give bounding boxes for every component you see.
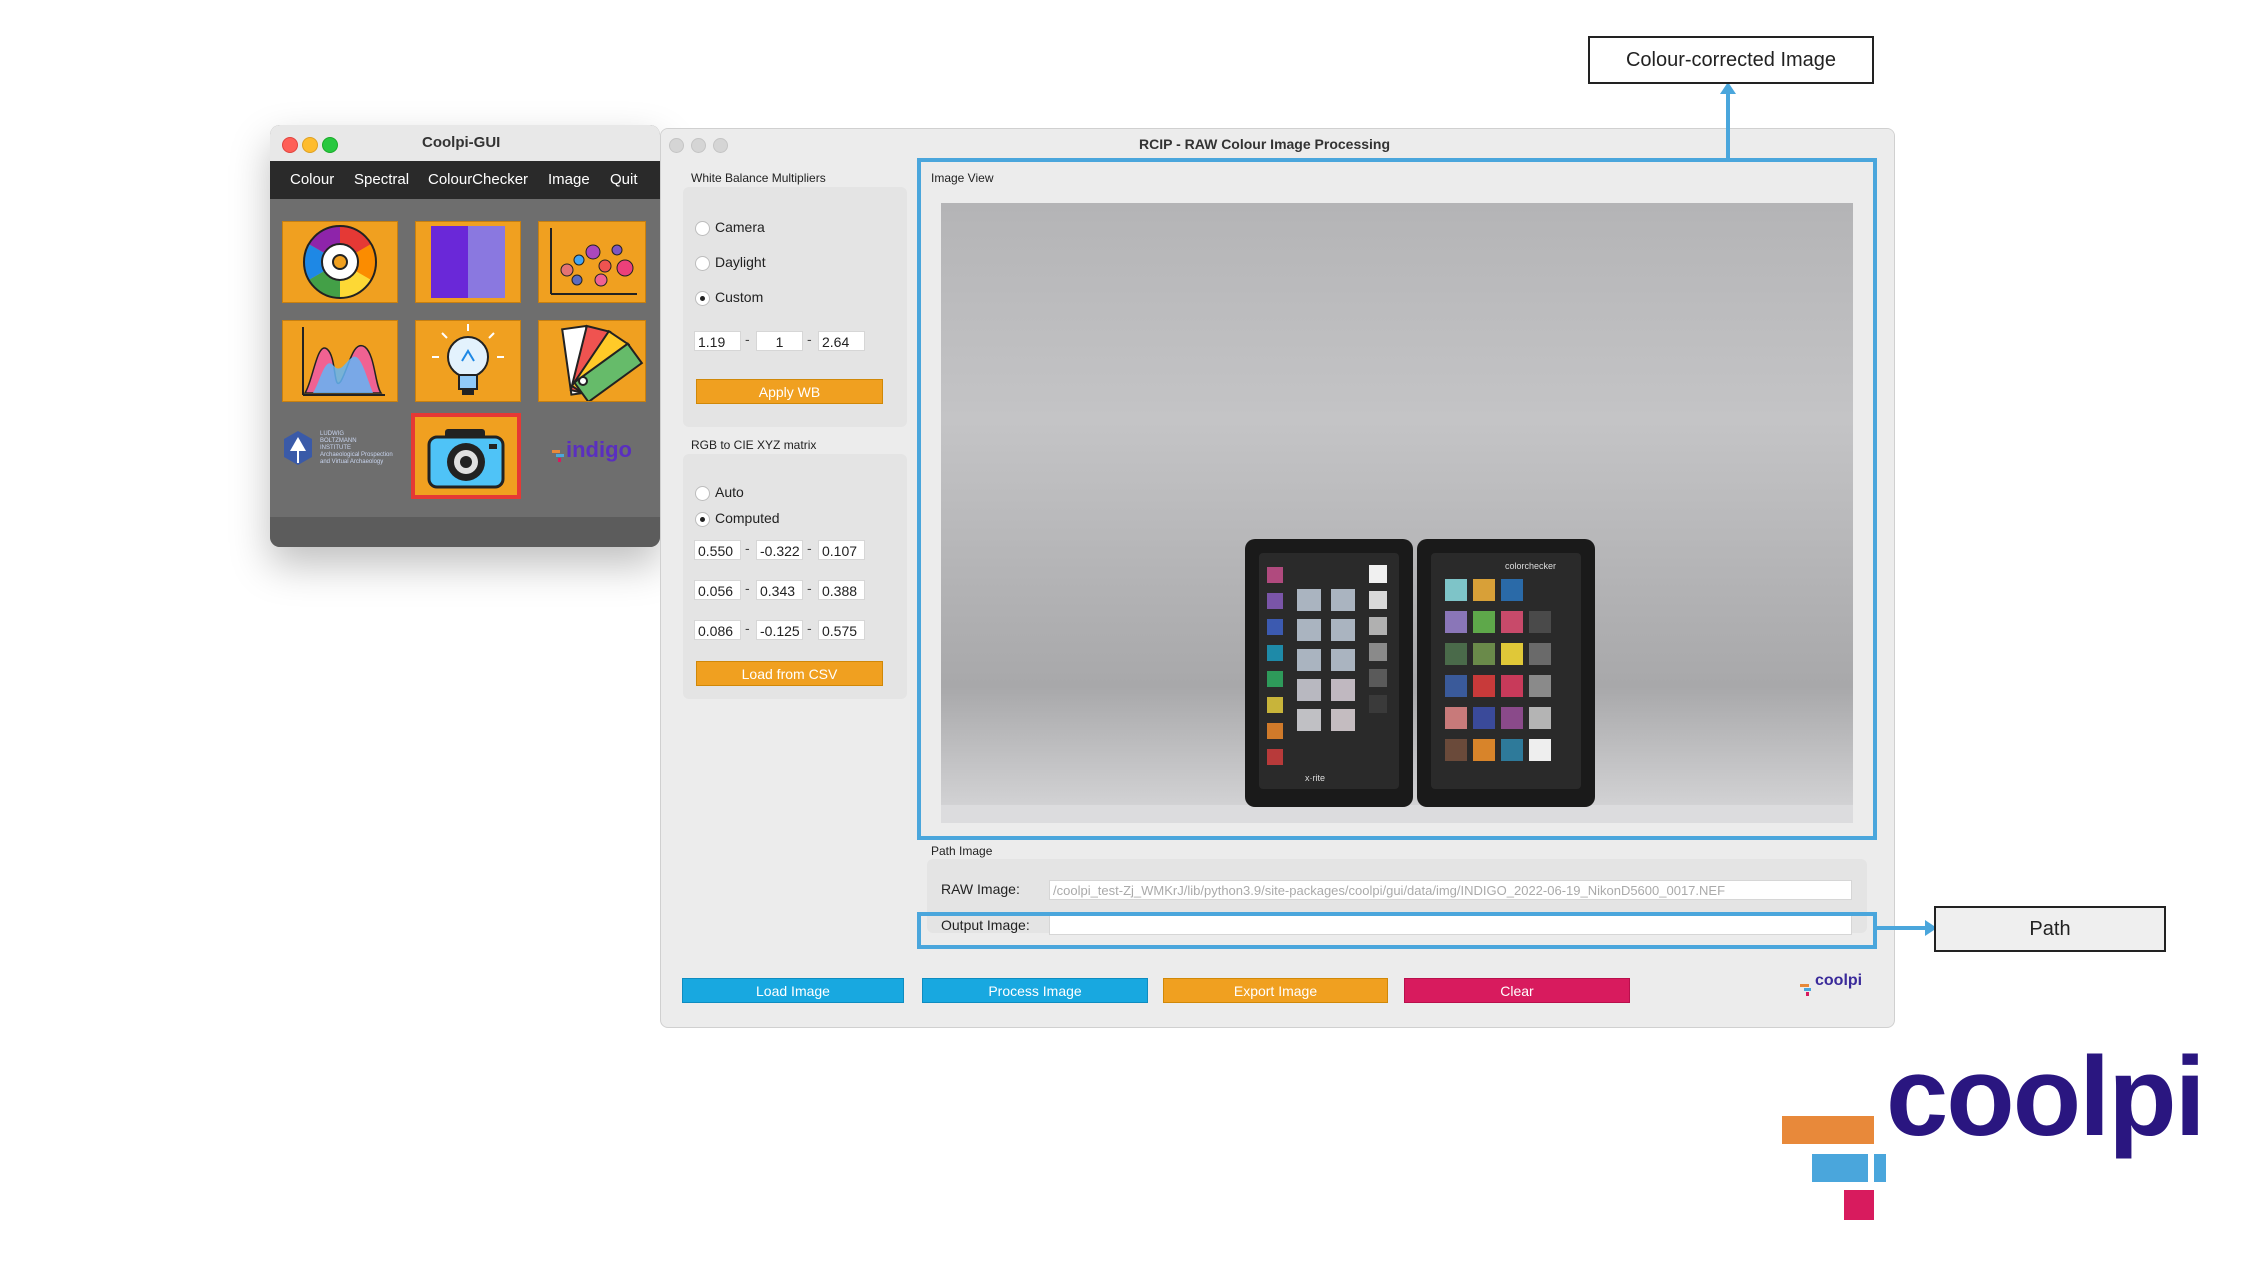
clear-button[interactable]: Clear [1404,978,1630,1003]
coolpi-small-logo: coolpi [1799,972,1869,1000]
wb-multiplier-g[interactable]: 1 [756,331,803,351]
scatter-tool-button[interactable] [538,221,646,303]
zoom-window-button[interactable] [713,138,728,153]
menu-spectral[interactable]: Spectral [354,171,409,188]
separator: - [745,331,750,347]
lbi-logo-line: LUDWIG [320,431,344,437]
separator: - [807,620,812,636]
camera-icon [427,429,505,489]
connector-line [1726,90,1730,158]
apply-wb-button[interactable]: Apply WB [696,379,883,404]
coolpi-gui-titlebar: Coolpi-GUI [270,125,660,162]
radio-label: Computed [715,510,780,526]
separator: - [745,620,750,636]
coolpi-gui-bottombar [270,517,660,547]
radio-button-selected[interactable] [695,512,710,527]
matrix-cell[interactable]: 0.086 [694,620,741,640]
radio-button[interactable] [695,256,710,271]
matrix-cell[interactable]: 0.056 [694,580,741,600]
spectrum-icon [431,226,505,298]
spectral-curve-icon [302,327,385,396]
separator: - [807,331,812,347]
wb-groupbox: Camera Daylight Custom 1.19 - 1 - 2.64 A… [683,187,907,427]
radio-label: Auto [715,484,744,500]
menu-colourchecker[interactable]: ColourChecker [428,171,528,188]
spectral-tool-button[interactable] [282,320,398,402]
swatch-fan-icon [561,324,644,401]
indigo-logo-text: indigo [566,437,632,462]
image-tool-button[interactable] [411,413,521,499]
menu-quit[interactable]: Quit [610,171,638,188]
lbi-logo: LUDWIG BOLTZMANN INSTITUTE Archaeologica… [282,425,402,475]
illuminant-tool-button[interactable] [415,320,521,402]
wb-multiplier-r[interactable]: 1.19 [694,331,741,351]
matrix-groupbox: Auto Computed 0.550 - -0.322 - 0.107 0.0… [683,454,907,699]
lbi-logo-line: Archaeological Prospection [320,452,393,458]
minimize-window-button[interactable] [302,137,318,153]
coolpi-small-logo-text: coolpi [1815,972,1863,989]
lbi-logo-line: and Virtual Archaeology [320,459,384,465]
zoom-window-button[interactable] [322,137,338,153]
matrix-cell[interactable]: 0.107 [818,540,865,560]
process-image-button[interactable]: Process Image [922,978,1148,1003]
lbi-logo-line: INSTITUTE [320,445,351,451]
export-image-button[interactable]: Export Image [1163,978,1388,1003]
path-callout: Path [1934,906,2166,952]
matrix-cell[interactable]: 0.550 [694,540,741,560]
output-path-highlight [917,912,1877,949]
matrix-section-label: RGB to CIE XYZ matrix [691,438,817,452]
separator: - [745,580,750,596]
image-view-highlight [917,158,1877,840]
wb-multiplier-b[interactable]: 2.64 [818,331,865,351]
load-csv-button[interactable]: Load from CSV [696,661,883,686]
radio-label: Camera [715,219,765,235]
separator: - [745,540,750,556]
coolpi-logo: coolpi [1782,1034,2212,1234]
menu-colour[interactable]: Colour [290,171,334,188]
close-window-button[interactable] [282,137,298,153]
separator: - [807,540,812,556]
wb-section-label: White Balance Multipliers [691,171,826,185]
connector-line [1877,926,1929,930]
radio-button[interactable] [695,486,710,501]
window-title: RCIP - RAW Colour Image Processing [1139,136,1391,152]
rcip-titlebar: RCIP - RAW Colour Image Processing [661,129,1894,159]
matrix-cell[interactable]: 0.388 [818,580,865,600]
radio-button[interactable] [695,221,710,236]
radio-label: Daylight [715,254,766,270]
lightbulb-icon [432,324,504,395]
close-window-button[interactable] [669,138,684,153]
raw-image-path-field[interactable]: /coolpi_test-Zj_WMKrJ/lib/python3.9/site… [1049,880,1852,900]
matrix-cell[interactable]: -0.322 [756,540,803,560]
load-image-button[interactable]: Load Image [682,978,904,1003]
colour-corrected-callout: Colour-corrected Image [1588,36,1874,84]
scatter-icon [550,228,637,295]
raw-image-label: RAW Image: [941,881,1020,897]
indigo-logo: indigo [550,437,650,467]
matrix-cell[interactable]: -0.125 [756,620,803,640]
radio-button-selected[interactable] [695,291,710,306]
radio-label: Custom [715,289,764,305]
menu-image[interactable]: Image [548,171,590,188]
minimize-window-button[interactable] [691,138,706,153]
separator: - [807,580,812,596]
menubar: Colour Spectral ColourChecker Image Quit [270,161,660,199]
matrix-cell[interactable]: 0.575 [818,620,865,640]
colourchecker-tool-button[interactable] [538,320,646,402]
lbi-logo-line: BOLTZMANN [320,438,357,444]
spectrum-tool-button[interactable] [415,221,521,303]
coolpi-gui-window: Coolpi-GUI Colour Spectral ColourChecker… [270,125,660,547]
colour-tool-button[interactable] [282,221,398,303]
path-section-label: Path Image [931,844,993,858]
matrix-cell[interactable]: 0.343 [756,580,803,600]
colour-wheel-icon [303,225,377,299]
window-title: Coolpi-GUI [422,134,501,151]
coolpi-logo-text: coolpi [1886,1034,2206,1159]
